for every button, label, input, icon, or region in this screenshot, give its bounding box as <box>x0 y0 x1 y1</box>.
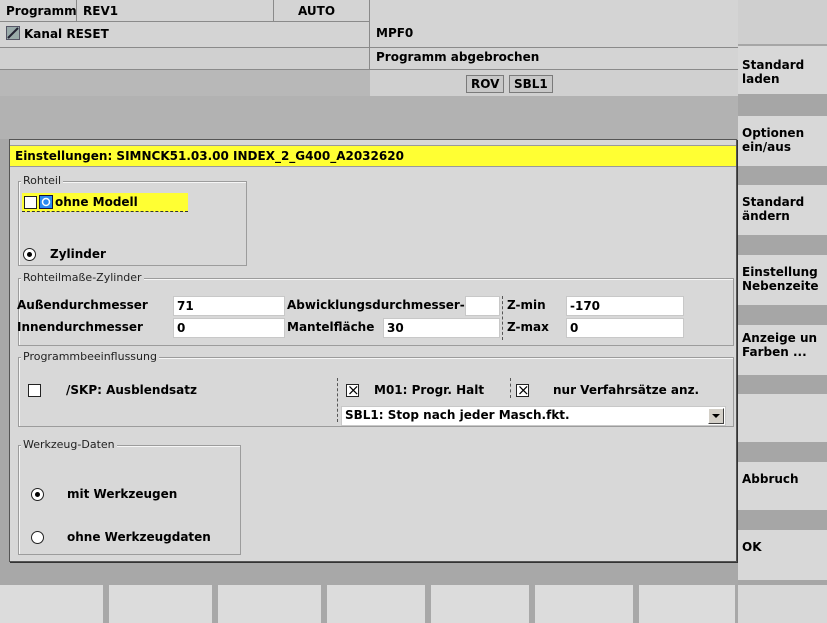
abwicklungsdurchmesser-label: Abwicklungsdurchmesser- <box>287 298 465 312</box>
mit-werkzeugen-radio[interactable] <box>31 488 44 501</box>
softkey-h6[interactable] <box>535 585 633 623</box>
skp-checkbox[interactable] <box>28 384 41 397</box>
model-label: ohne Modell <box>55 195 138 209</box>
ohne-werkzeugdaten-radio[interactable] <box>31 531 44 544</box>
sbl-select[interactable]: SBL1: Stop nach jeder Masch.fkt. <box>341 406 726 426</box>
edit-pencil-icon <box>6 26 20 40</box>
badge-rov: ROV <box>466 75 505 93</box>
mantelflaeche-label: Mantelfläche <box>287 320 375 334</box>
softkey-ok[interactable]: OK <box>738 530 827 580</box>
mit-werkzeugen-label: mit Werkzeugen <box>67 487 178 501</box>
zmax-label: Z-max <box>507 320 549 334</box>
zmin-label: Z-min <box>507 298 546 312</box>
file-name: MPF0 <box>370 0 738 48</box>
zmin-input[interactable]: -170 <box>566 296 684 316</box>
header-status-row <box>370 70 738 96</box>
program-status: Programm abgebrochen <box>370 48 738 70</box>
innendurchmesser-input[interactable]: 0 <box>173 318 285 338</box>
softkey-h1[interactable] <box>0 585 103 623</box>
softkey-h5[interactable] <box>431 585 529 623</box>
innendurchmesser-label: Innendurchmesser <box>17 320 143 334</box>
verfahrsaetze-label: nur Verfahrsätze anz. <box>553 383 700 397</box>
m01-checkbox[interactable]: × <box>346 383 360 398</box>
softkey-abbruch[interactable]: Abbruch <box>738 462 827 510</box>
dropdown-arrow-icon[interactable] <box>708 408 724 424</box>
sbl-select-value: SBL1: Stop nach jeder Masch.fkt. <box>345 408 570 422</box>
channel-status-text: Kanal RESET <box>24 27 109 41</box>
softkey-standard-laden[interactable]: Standard laden <box>738 46 827 94</box>
header-empty-row-2 <box>0 70 370 96</box>
m01-label: M01: Progr. Halt <box>374 383 485 397</box>
group-programmbeeinflussung-legend: Programmbeeinflussung <box>21 350 159 363</box>
group-rohteilmasse-legend: Rohteilmaße-Zylinder <box>21 271 144 284</box>
abwicklungsdurchmesser-input[interactable] <box>465 296 500 316</box>
program-name: REV1 <box>77 0 274 22</box>
channel-status: Kanal RESET <box>0 22 370 48</box>
program-label: Programm <box>0 0 77 22</box>
softkey-h7[interactable] <box>639 585 735 623</box>
model-3d-icon <box>39 195 53 209</box>
mode-indicator: AUTO <box>274 0 370 22</box>
softkey-h4[interactable] <box>327 585 425 623</box>
masse-separator <box>502 296 503 340</box>
verfahrsaetze-checkbox[interactable]: × <box>516 383 530 398</box>
softkey-bottom-right <box>738 585 827 623</box>
softkey-optionen[interactable]: Optionen ein/aus <box>738 116 827 166</box>
zmax-input[interactable]: 0 <box>566 318 684 338</box>
softkey-einstellung-nebenzeiten[interactable]: Einstellung Nebenzeite <box>738 255 827 305</box>
group-rohteil-legend: Rohteil <box>21 174 64 187</box>
zylinder-radio[interactable] <box>23 248 36 261</box>
settings-dialog: Einstellungen: SIMNCK51.03.00 INDEX_2_G4… <box>9 139 737 562</box>
header-empty-row <box>0 48 370 70</box>
model-checkbox[interactable] <box>24 196 37 209</box>
softkey-standard-aendern[interactable]: Standard ändern <box>738 185 827 235</box>
skp-label: /SKP: Ausblendsatz <box>66 383 198 397</box>
softkey-empty-top <box>738 0 827 44</box>
badge-sbl1: SBL1 <box>509 75 553 93</box>
group-werkzeug-legend: Werkzeug-Daten <box>21 438 117 451</box>
header-bottom-band <box>0 96 738 139</box>
aussendurchmesser-input[interactable]: 71 <box>173 296 285 316</box>
aussendurchmesser-label: Außendurchmesser <box>17 298 148 312</box>
mantelflaeche-input[interactable]: 30 <box>383 318 500 338</box>
softkey-empty[interactable] <box>738 394 827 442</box>
ohne-werkzeugdaten-label: ohne Werkzeugdaten <box>67 530 211 544</box>
softkey-anzeige-farben[interactable]: Anzeige un Farben ... <box>738 325 827 375</box>
softkey-h3[interactable] <box>218 585 321 623</box>
programm-separator-2 <box>510 378 511 398</box>
programm-separator-1 <box>337 378 338 422</box>
softkey-h2[interactable] <box>109 585 212 623</box>
zylinder-label: Zylinder <box>50 247 106 261</box>
dialog-title: Einstellungen: SIMNCK51.03.00 INDEX_2_G4… <box>10 145 736 167</box>
